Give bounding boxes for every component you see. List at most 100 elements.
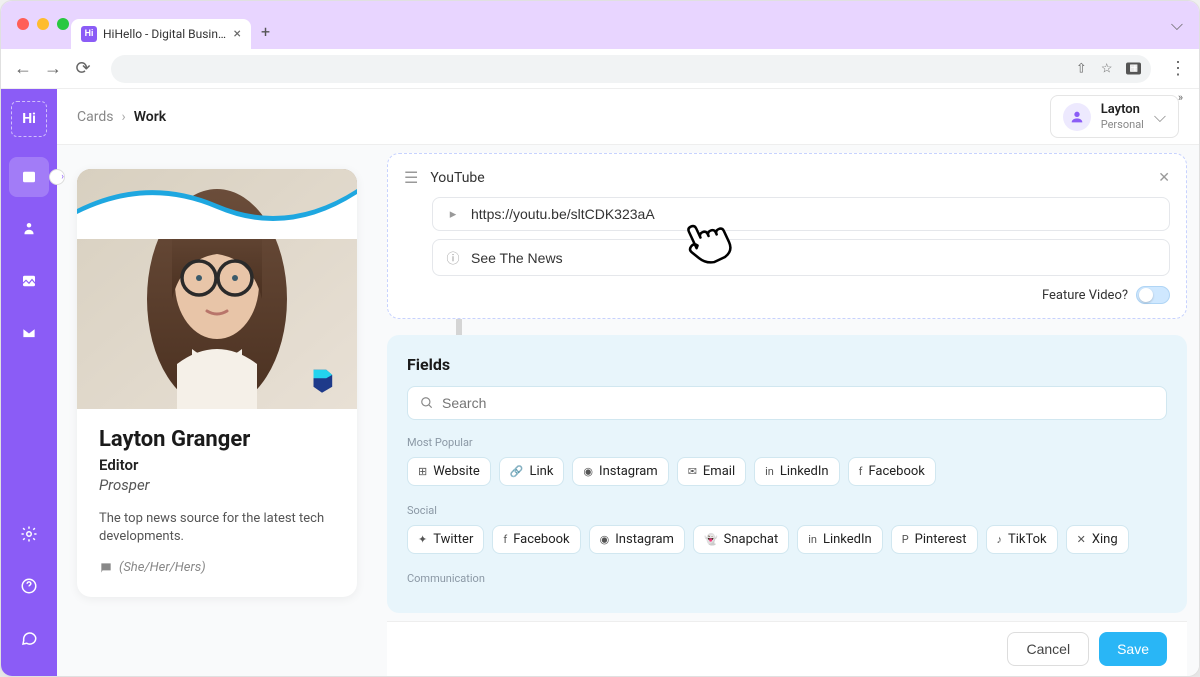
topbar: Cards › Work Layton Personal ⌵ bbox=[57, 89, 1199, 145]
app-logo[interactable]: Hi bbox=[11, 101, 47, 137]
sidebar-item-settings[interactable] bbox=[9, 514, 49, 554]
new-tab-button[interactable]: + bbox=[261, 22, 270, 41]
pinterest-icon: P bbox=[902, 533, 909, 546]
extension-badge-icon[interactable]: ▦ bbox=[1126, 63, 1141, 75]
sidebar-item-email[interactable] bbox=[9, 313, 49, 353]
cancel-button[interactable]: Cancel bbox=[1007, 632, 1089, 666]
field-pill-instagram[interactable]: ◉Instagram bbox=[572, 457, 668, 486]
minimize-window-icon[interactable] bbox=[37, 18, 49, 30]
field-label: YouTube bbox=[430, 170, 484, 186]
info-icon: ⓘ bbox=[445, 248, 461, 267]
field-pill-xing[interactable]: ✕Xing bbox=[1066, 525, 1129, 554]
field-pill-snapchat[interactable]: 👻Snapchat bbox=[693, 525, 789, 554]
card-pronouns: (She/Her/Hers) bbox=[119, 560, 206, 575]
fields-title: Fields bbox=[407, 355, 1167, 374]
breadcrumb: Cards › Work bbox=[77, 109, 166, 125]
tiktok-icon: ♪ bbox=[997, 533, 1003, 546]
field-pill-website[interactable]: ⊞Website bbox=[407, 457, 491, 486]
app-window: Hi HiHello - Digital Business Card × + ⌵… bbox=[0, 0, 1200, 677]
field-pill-tiktok[interactable]: ♪TikTok bbox=[986, 525, 1058, 554]
footer-bar: Cancel Save bbox=[387, 621, 1187, 676]
favicon-icon: Hi bbox=[81, 26, 97, 42]
remove-field-icon[interactable]: ✕ bbox=[1158, 170, 1170, 186]
tabs-overflow-icon[interactable]: ⌵ bbox=[1171, 15, 1183, 35]
email-icon: ✉ bbox=[688, 465, 697, 478]
extensions-chevron-icon[interactable]: » bbox=[1178, 91, 1183, 104]
field-pill-instagram-2[interactable]: ◉Instagram bbox=[589, 525, 685, 554]
feature-video-label: Feature Video? bbox=[1042, 288, 1128, 303]
content-body: Layton Granger Editor Prosper The top ne… bbox=[57, 145, 1199, 676]
share-icon[interactable]: ⇧ bbox=[1076, 61, 1087, 76]
fields-panel: Fields Most Popular ⊞Website 🔗Link ◉Inst… bbox=[387, 335, 1187, 613]
cards-icon bbox=[20, 168, 38, 186]
close-tab-icon[interactable]: × bbox=[234, 26, 241, 42]
field-pill-link[interactable]: 🔗Link bbox=[499, 457, 565, 486]
sidebar-item-cards[interactable]: › bbox=[9, 157, 49, 197]
user-subtitle: Personal bbox=[1101, 118, 1144, 131]
browser-tab[interactable]: Hi HiHello - Digital Business Card × bbox=[71, 19, 251, 49]
url-bar[interactable]: ⇧ ☆ ▦ bbox=[111, 55, 1151, 83]
drag-handle-icon[interactable]: ☰ bbox=[404, 168, 418, 187]
browser-toolbar: ← → ⟳ ⇧ ☆ ▦ ⋮ bbox=[1, 49, 1199, 89]
instagram-icon: ◉ bbox=[583, 465, 593, 478]
youtube-field-block: ☰ YouTube ✕ ▸ ⓘ bbox=[387, 153, 1187, 319]
avatar-icon bbox=[1063, 103, 1091, 131]
main-content: Cards › Work Layton Personal ⌵ bbox=[57, 89, 1199, 676]
link-icon: 🔗 bbox=[510, 465, 524, 478]
chat-icon bbox=[20, 629, 38, 647]
save-button[interactable]: Save bbox=[1099, 632, 1167, 666]
back-button[interactable]: ← bbox=[13, 58, 33, 79]
youtube-title-input-row[interactable]: ⓘ bbox=[432, 239, 1170, 276]
youtube-title-input[interactable] bbox=[471, 250, 1157, 266]
pronouns-icon bbox=[99, 561, 113, 575]
fields-search-input[interactable] bbox=[442, 395, 1154, 411]
snapchat-icon: 👻 bbox=[704, 533, 718, 546]
image-icon bbox=[20, 272, 38, 290]
field-pill-linkedin[interactable]: inLinkedIn bbox=[754, 457, 840, 486]
sidebar-item-backgrounds[interactable] bbox=[9, 261, 49, 301]
breadcrumb-root[interactable]: Cards bbox=[77, 109, 113, 125]
group-label-popular: Most Popular bbox=[407, 436, 1167, 449]
reload-button[interactable]: ⟳ bbox=[73, 58, 93, 79]
breadcrumb-separator: › bbox=[121, 109, 125, 125]
card-title: Editor bbox=[99, 456, 335, 474]
tab-title: HiHello - Digital Business Card bbox=[103, 27, 228, 41]
breadcrumb-current: Work bbox=[134, 109, 166, 125]
card-name: Layton Granger bbox=[99, 427, 335, 452]
fullscreen-window-icon[interactable] bbox=[57, 18, 69, 30]
field-pill-twitter[interactable]: ✦Twitter bbox=[407, 525, 484, 554]
field-pill-facebook-2[interactable]: fFacebook bbox=[492, 525, 580, 554]
card-company: Prosper bbox=[99, 476, 335, 494]
traffic-lights bbox=[17, 18, 69, 30]
card-preview: Layton Granger Editor Prosper The top ne… bbox=[77, 169, 357, 597]
app-body: Hi › bbox=[1, 89, 1199, 676]
forward-button[interactable]: → bbox=[43, 58, 63, 79]
card-preview-column: Layton Granger Editor Prosper The top ne… bbox=[57, 153, 387, 676]
fields-search[interactable] bbox=[407, 386, 1167, 420]
field-pill-email[interactable]: ✉Email bbox=[677, 457, 746, 486]
company-logo-icon bbox=[305, 363, 339, 397]
sidebar-item-contacts[interactable] bbox=[9, 209, 49, 249]
feature-video-toggle[interactable] bbox=[1136, 286, 1170, 304]
group-label-communication: Communication bbox=[407, 572, 1167, 585]
gear-icon bbox=[20, 525, 38, 543]
field-pill-linkedin-2[interactable]: inLinkedIn bbox=[797, 525, 883, 554]
contacts-icon bbox=[20, 220, 38, 238]
field-pill-pinterest[interactable]: PPinterest bbox=[891, 525, 978, 554]
sidebar-item-help[interactable] bbox=[9, 566, 49, 606]
twitter-icon: ✦ bbox=[418, 533, 427, 546]
youtube-url-input-row[interactable]: ▸ bbox=[432, 197, 1170, 231]
close-window-icon[interactable] bbox=[17, 18, 29, 30]
user-name: Layton bbox=[1101, 102, 1144, 118]
user-menu[interactable]: Layton Personal ⌵ bbox=[1050, 95, 1179, 138]
xing-icon: ✕ bbox=[1077, 533, 1086, 546]
help-icon bbox=[20, 577, 38, 595]
youtube-url-input[interactable] bbox=[471, 206, 1157, 222]
bookmark-icon[interactable]: ☆ bbox=[1101, 61, 1113, 76]
card-wave-icon bbox=[77, 169, 357, 239]
browser-tab-strip: Hi HiHello - Digital Business Card × + ⌵ bbox=[1, 1, 1199, 49]
instagram-icon: ◉ bbox=[600, 533, 610, 546]
field-pill-facebook[interactable]: fFacebook bbox=[848, 457, 936, 486]
sidebar-item-chat[interactable] bbox=[9, 618, 49, 658]
browser-menu-icon[interactable]: ⋮ bbox=[1169, 58, 1187, 79]
